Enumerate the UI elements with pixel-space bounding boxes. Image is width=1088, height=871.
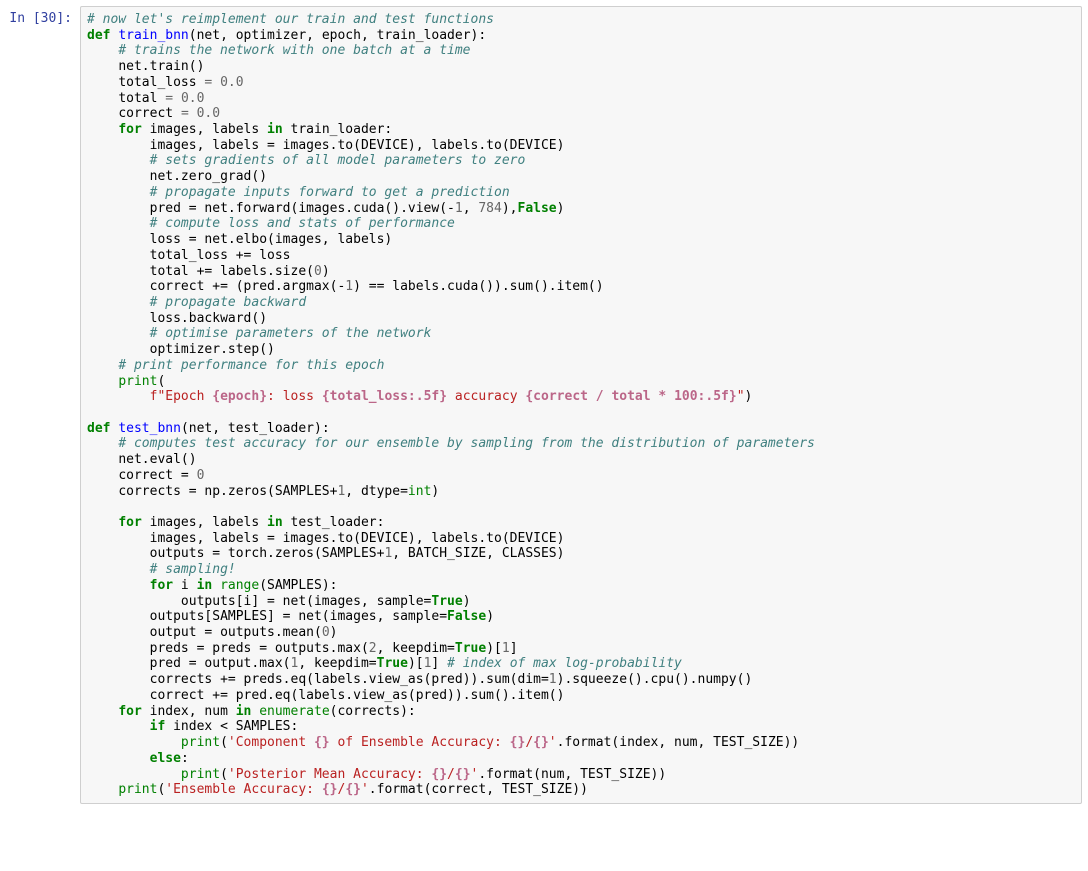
code-line: total_loss = 0.0: [118, 75, 243, 90]
keyword-for: for: [118, 704, 141, 719]
builtin-print: print: [118, 782, 157, 797]
code-line: net.eval(): [118, 452, 196, 467]
keyword-for: for: [118, 515, 141, 530]
keyword-if: if: [150, 719, 166, 734]
code-line: outputs[SAMPLES] = net(images, sample=Fa…: [150, 609, 494, 624]
func-name: train_bnn: [118, 28, 188, 43]
comment: # now let's reimplement our train and te…: [87, 12, 494, 27]
keyword-def: def: [87, 421, 110, 436]
builtin-print: print: [181, 735, 220, 750]
comment: # sets gradients of all model parameters…: [150, 153, 526, 168]
code-line: pred = output.max(1, keepdim=True)[1] # …: [150, 656, 682, 671]
code-line: total_loss += loss: [150, 248, 291, 263]
keyword-def: def: [87, 28, 110, 43]
args: (net, test_loader):: [181, 421, 330, 436]
code-block: # now let's reimplement our train and te…: [87, 12, 1075, 798]
code-line: net.zero_grad(): [150, 169, 267, 184]
fstring: f"Epoch {epoch}: loss {total_loss:.5f} a…: [150, 389, 745, 404]
code-line: images, labels = images.to(DEVICE), labe…: [150, 138, 565, 153]
keyword-else: else: [150, 751, 181, 766]
code-line: correct += (pred.argmax(-1) == labels.cu…: [150, 279, 604, 294]
builtin-print: print: [181, 767, 220, 782]
keyword-in: in: [267, 122, 283, 137]
code-line: optimizer.step(): [150, 342, 275, 357]
code-line: outputs = torch.zeros(SAMPLES+1, BATCH_S…: [150, 546, 565, 561]
code-line: outputs[i] = net(images, sample=True): [181, 594, 471, 609]
comment: # optimise parameters of the network: [150, 326, 432, 341]
code-line: total = 0.0: [118, 91, 204, 106]
t: train_loader:: [283, 122, 393, 137]
comment: # compute loss and stats of performance: [150, 216, 455, 231]
t: images, labels: [142, 122, 267, 137]
comment: # sampling!: [150, 562, 236, 577]
code-line: loss.backward(): [150, 311, 267, 326]
code-line: pred = net.forward(images.cuda().view(-1…: [150, 201, 565, 216]
func-name: test_bnn: [118, 421, 181, 436]
keyword-in: in: [197, 578, 213, 593]
code-line: images, labels = images.to(DEVICE), labe…: [150, 531, 565, 546]
builtin-print: print: [118, 374, 157, 389]
code-line: corrects += preds.eq(labels.view_as(pred…: [150, 672, 753, 687]
code-line: total += labels.size(0): [150, 264, 330, 279]
comment: # trains the network with one batch at a…: [118, 43, 470, 58]
code-line: loss = net.elbo(images, labels): [150, 232, 393, 247]
code-line: preds = preds = outputs.max(2, keepdim=T…: [150, 641, 518, 656]
keyword-in: in: [236, 704, 252, 719]
comment: # propagate inputs forward to get a pred…: [150, 185, 510, 200]
args: (net, optimizer, epoch, train_loader):: [189, 28, 486, 43]
code-line: net.train(): [118, 59, 204, 74]
code-line: correct += pred.eq(labels.view_as(pred))…: [150, 688, 565, 703]
code-line: corrects = np.zeros(SAMPLES+1, dtype=int…: [118, 484, 439, 499]
code-line: correct = 0.0: [118, 106, 220, 121]
code-input-area[interactable]: # now let's reimplement our train and te…: [80, 6, 1082, 804]
keyword-for: for: [118, 122, 141, 137]
comment: # computes test accuracy for our ensembl…: [118, 436, 815, 451]
input-prompt: In [30]:: [6, 6, 80, 32]
keyword-in: in: [267, 515, 283, 530]
code-cell: In [30]: # now let's reimplement our tra…: [6, 6, 1082, 804]
comment: # print performance for this epoch: [118, 358, 384, 373]
keyword-for: for: [150, 578, 173, 593]
comment: # propagate backward: [150, 295, 307, 310]
code-line: output = outputs.mean(0): [150, 625, 338, 640]
code-line: correct = 0: [118, 468, 204, 483]
